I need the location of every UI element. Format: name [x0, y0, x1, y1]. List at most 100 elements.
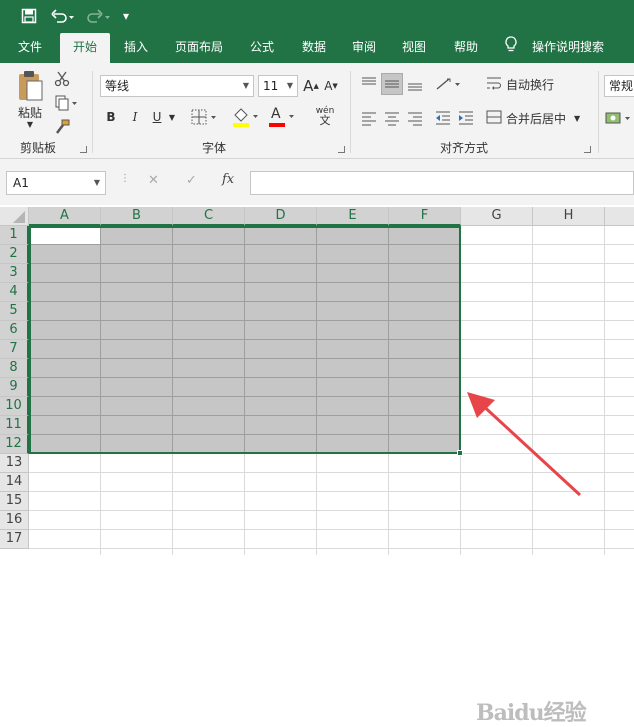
row-header-3[interactable]: 3: [0, 264, 29, 283]
save-icon[interactable]: [18, 6, 40, 26]
name-box-value: A1: [13, 176, 29, 190]
cancel-entry-button[interactable]: ✕: [148, 173, 159, 188]
number-format-select[interactable]: 常规: [604, 75, 634, 97]
column-header-d[interactable]: D: [245, 207, 317, 226]
font-name-select[interactable]: 等线 ▼: [100, 75, 254, 97]
row-header-8[interactable]: 8: [0, 359, 29, 378]
tab-view[interactable]: 视图: [392, 33, 436, 63]
font-launcher-icon[interactable]: [338, 146, 345, 153]
cut-icon[interactable]: [52, 69, 72, 89]
column-header-c[interactable]: C: [173, 207, 245, 226]
align-right-icon[interactable]: [404, 107, 426, 129]
confirm-entry-button[interactable]: ✓: [186, 173, 197, 188]
bold-button[interactable]: B: [102, 107, 120, 127]
merge-center-label: 合并后居中: [506, 111, 567, 126]
undo-icon: [51, 9, 74, 23]
tab-formulas[interactable]: 公式: [240, 33, 284, 63]
row-header-2[interactable]: 2: [0, 245, 29, 264]
row-header-10[interactable]: 10: [0, 397, 29, 416]
column-header-f[interactable]: F: [389, 207, 461, 226]
font-name-value: 等线: [105, 79, 130, 93]
clipboard-launcher-icon[interactable]: [80, 146, 87, 153]
accounting-format-icon[interactable]: [604, 107, 634, 129]
tab-home[interactable]: 开始: [60, 33, 110, 63]
fill-color-button[interactable]: [230, 105, 262, 129]
font-group-label: 字体: [202, 141, 227, 155]
title-bar: ▾: [0, 0, 634, 33]
paste-dropdown-icon[interactable]: ▼: [22, 119, 38, 129]
align-bottom-icon[interactable]: [404, 73, 426, 95]
format-painter-icon[interactable]: [52, 117, 72, 137]
borders-button[interactable]: [190, 107, 220, 127]
separator: [350, 71, 351, 153]
name-box[interactable]: A1 ▼: [6, 171, 106, 195]
undo-button[interactable]: [48, 6, 76, 26]
italic-button[interactable]: I: [126, 107, 144, 127]
paste-icon[interactable]: [14, 69, 46, 103]
align-top-icon[interactable]: [358, 73, 380, 95]
column-header-e[interactable]: E: [317, 207, 389, 226]
separator: [92, 71, 93, 153]
borders-icon: [191, 109, 216, 125]
row-header-16[interactable]: 16: [0, 511, 29, 530]
grow-font-icon: A: [303, 77, 314, 95]
font-color-glyph: A: [271, 106, 281, 122]
tab-file[interactable]: 文件: [6, 33, 54, 63]
increase-indent-icon[interactable]: [455, 107, 477, 129]
row-header-12[interactable]: 12: [0, 435, 29, 454]
tab-help[interactable]: 帮助: [444, 33, 488, 63]
column-header-h[interactable]: H: [533, 207, 605, 226]
orientation-icon[interactable]: [434, 73, 466, 95]
phonetic-guide-button[interactable]: wén 文: [308, 103, 342, 129]
shrink-font-icon: A: [324, 79, 333, 93]
column-header-a[interactable]: A: [29, 207, 101, 226]
formula-bar: A1 ▼ ⋮ ✕ ✓ fx: [0, 159, 634, 205]
align-center-icon[interactable]: [381, 107, 403, 129]
row-header-5[interactable]: 5: [0, 302, 29, 321]
customize-qat-button[interactable]: ▾: [118, 6, 134, 26]
row-header-1[interactable]: 1: [0, 226, 29, 245]
chevron-down-icon: ▼: [242, 81, 250, 90]
select-all-button[interactable]: [0, 207, 29, 226]
formula-input[interactable]: [250, 171, 634, 195]
row-header-17[interactable]: 17: [0, 530, 29, 549]
align-left-icon[interactable]: [358, 107, 380, 129]
column-header-g[interactable]: G: [461, 207, 533, 226]
tell-me-label: 操作说明搜索: [532, 40, 605, 54]
redo-button[interactable]: [84, 6, 112, 26]
wrap-text-icon: [486, 75, 506, 94]
font-color-button[interactable]: A: [266, 105, 298, 129]
merge-center-button[interactable]: 合并后居中 ▼: [486, 107, 596, 129]
tab-data[interactable]: 数据: [292, 33, 336, 63]
worksheet: A B C D E F G H 1 2 3 4 5 6 7 8 9 10 11 …: [0, 205, 634, 726]
underline-dropdown-icon[interactable]: ▼: [166, 107, 178, 127]
tab-review[interactable]: 审阅: [342, 33, 386, 63]
increase-font-size-button[interactable]: A ▲: [302, 75, 320, 97]
wrap-text-button[interactable]: 自动换行: [486, 73, 596, 95]
formula-bar-grip-icon: ⋮: [120, 173, 130, 184]
align-middle-icon[interactable]: [381, 73, 403, 95]
fill-handle[interactable]: [457, 450, 463, 456]
row-header-9[interactable]: 9: [0, 378, 29, 397]
font-size-select[interactable]: 11 ▼: [258, 75, 298, 97]
alignment-launcher-icon[interactable]: [584, 146, 591, 153]
row-header-6[interactable]: 6: [0, 321, 29, 340]
column-header-b[interactable]: B: [101, 207, 173, 226]
decrease-indent-icon[interactable]: [432, 107, 454, 129]
row-header-4[interactable]: 4: [0, 283, 29, 302]
row-header-13[interactable]: 13: [0, 454, 29, 473]
decrease-font-size-button[interactable]: A ▼: [322, 75, 340, 97]
insert-function-button[interactable]: fx: [222, 172, 234, 187]
column-header-i[interactable]: [605, 207, 634, 226]
ribbon-tabs: 文件 开始 插入 页面布局 公式 数据 审阅 视图 帮助 操作说明搜索: [0, 33, 634, 63]
row-header-7[interactable]: 7: [0, 340, 29, 359]
underline-button[interactable]: U: [148, 107, 166, 127]
row-header-11[interactable]: 11: [0, 416, 29, 435]
tab-page-layout[interactable]: 页面布局: [166, 33, 232, 63]
tell-me-box[interactable]: 操作说明搜索: [504, 33, 634, 63]
row-header-15[interactable]: 15: [0, 492, 29, 511]
copy-icon[interactable]: [52, 93, 80, 113]
tab-insert[interactable]: 插入: [114, 33, 158, 63]
separator: [598, 71, 599, 153]
row-header-14[interactable]: 14: [0, 473, 29, 492]
